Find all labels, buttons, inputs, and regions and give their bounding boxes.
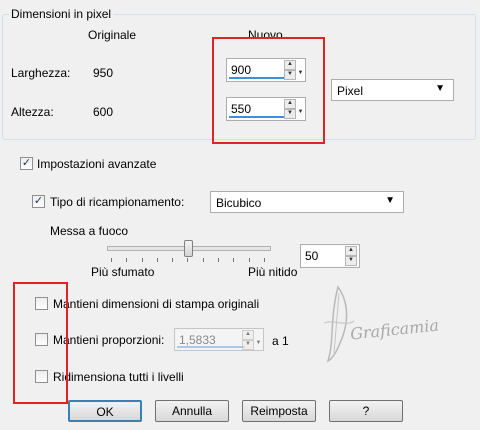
unit-value: Pixel: [337, 84, 364, 98]
ratio-value: 1,5833: [179, 333, 216, 347]
resize-all-layers-label: Ridimensiona tutti i livelli: [53, 370, 184, 384]
options-highlight: [13, 282, 68, 404]
width-label: Larghezza:: [11, 66, 71, 80]
resample-checkbox[interactable]: ✓: [32, 195, 45, 208]
resample-select[interactable]: Bicubico ▼: [210, 191, 404, 213]
advanced-settings-label: Impostazioni avanzate: [37, 157, 157, 171]
ratio-suffix: a 1: [272, 334, 289, 348]
ratio-underline: [177, 346, 245, 348]
sharpen-value: 50: [305, 249, 319, 263]
spin-up-icon[interactable]: ▲: [345, 246, 357, 256]
unit-select[interactable]: Pixel ▼: [331, 79, 454, 101]
sharpen-right-label: Più nitido: [248, 265, 298, 279]
reset-button[interactable]: Reimposta: [242, 400, 316, 422]
spin-down-icon[interactable]: ▼: [345, 256, 357, 266]
sharpen-spin-arrows[interactable]: ▲ ▼: [345, 246, 357, 266]
width-original-value: 950: [93, 66, 114, 80]
sharpen-ticks: [111, 258, 265, 262]
watermark-text: Graficamia: [349, 315, 440, 344]
chevron-down-icon: ▼: [385, 195, 395, 206]
sharpen-label: Messa a fuoco: [50, 224, 129, 238]
resample-label: Tipo di ricampionamento:: [50, 195, 185, 209]
ratio-spin-arrows[interactable]: ▲ ▼: [242, 330, 254, 350]
spin-up-icon[interactable]: ▲: [242, 330, 254, 340]
sharpen-value-stepper[interactable]: 50 ▲ ▼: [300, 244, 360, 268]
height-original-value: 600: [93, 105, 114, 119]
sharpen-left-label: Più sfumato: [91, 265, 155, 279]
chevron-down-icon: ▼: [435, 83, 445, 94]
pixel-dimensions-legend: Dimensioni in pixel: [9, 7, 114, 21]
ratio-stepper[interactable]: 1,5833 ▲ ▼ ▼: [174, 328, 264, 351]
new-size-highlight: [212, 37, 325, 144]
original-column-header: Originale: [88, 28, 137, 42]
spin-dropdown-icon[interactable]: ▼: [255, 330, 262, 350]
advanced-settings-checkbox[interactable]: ✓: [20, 157, 33, 170]
keep-ratio-label: Mantieni proporzioni:: [53, 333, 165, 347]
sharpen-slider-thumb[interactable]: [184, 240, 193, 257]
watermark-feather-icon: [318, 283, 358, 363]
help-button[interactable]: ?: [329, 400, 403, 422]
ok-button[interactable]: OK: [68, 400, 142, 422]
height-label: Altezza:: [11, 105, 54, 119]
spin-down-icon[interactable]: ▼: [242, 340, 254, 350]
keep-print-size-label: Mantieni dimensioni di stampa originali: [53, 297, 260, 311]
resample-value: Bicubico: [216, 196, 262, 210]
cancel-button[interactable]: Annulla: [155, 400, 229, 422]
